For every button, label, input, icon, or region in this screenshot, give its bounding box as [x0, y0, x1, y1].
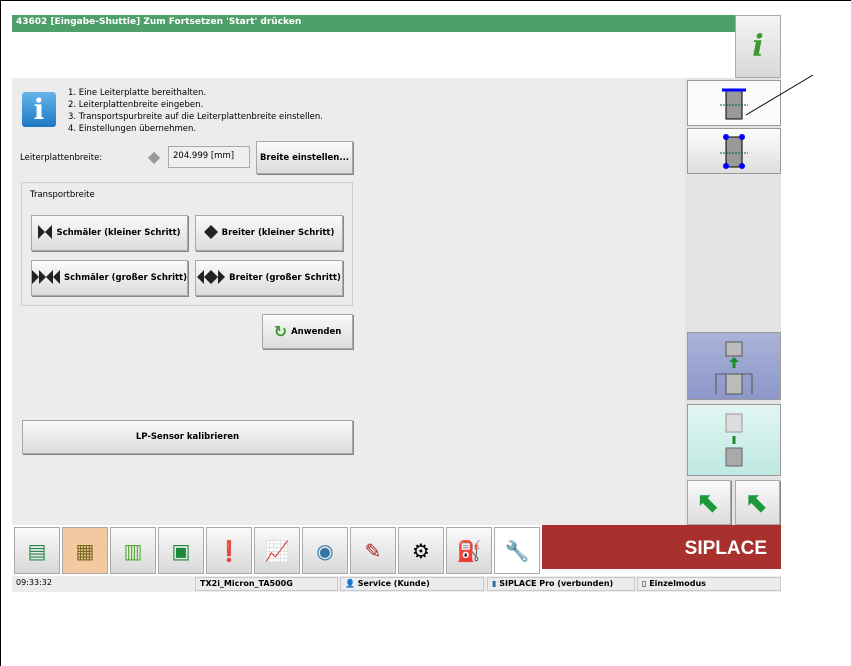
pcb-icon: ▣	[171, 538, 191, 563]
info-icon: i	[22, 92, 56, 127]
taskbar-service-button[interactable]: 🔧	[494, 527, 540, 574]
boards-stack-icon: ▤	[27, 538, 47, 563]
instruction-step: 2. Leiterplattenbreite eingeben.	[68, 100, 204, 110]
narrow-icon	[38, 224, 53, 242]
narrow-fast-icon	[32, 269, 60, 287]
taskbar-feeder-button[interactable]: ▦	[62, 527, 108, 574]
connection-icon: ▮	[492, 579, 497, 588]
frame-border	[0, 0, 851, 1]
taskbar-maintenance-button[interactable]: ⛽	[446, 527, 492, 574]
conveyor-out-button[interactable]	[687, 404, 781, 476]
mode-icon: ▯	[642, 579, 647, 588]
taskbar-messages-button[interactable]: ❗	[206, 527, 252, 574]
right-sidebar: ⬉ ⬉	[685, 78, 781, 525]
status-mode: ▯ Einzelmodus	[637, 577, 781, 591]
feeder-grid-icon: ▦	[75, 538, 95, 563]
info-button[interactable]: i	[735, 15, 781, 78]
callout-line	[745, 74, 814, 116]
width-input[interactable]: 204.999 [mm]	[168, 146, 250, 168]
brand-logo: SIPLACE	[542, 525, 781, 569]
taskbar-nozzle-button[interactable]: ✎	[350, 527, 396, 574]
apply-button[interactable]: ↻ Anwenden	[262, 314, 353, 349]
taskbar-boards-button[interactable]: ▤	[14, 527, 60, 574]
arrow-up-left-double-button[interactable]: ⬉	[735, 480, 780, 525]
narrow-small-button[interactable]: Schmäler (kleiner Schritt)	[31, 215, 188, 251]
hand-gear-icon: ⚙	[412, 538, 430, 563]
taskbar-manual-button[interactable]: ⚙	[398, 527, 444, 574]
board-length-icon	[720, 134, 748, 169]
user-icon: 👤	[345, 579, 355, 588]
widen-icon	[203, 224, 218, 242]
camera-lens-icon: ◉	[316, 538, 334, 563]
taskbar-statistics-button[interactable]: ▥	[110, 527, 156, 574]
status-connection: ▮ SIPLACE Pro (verbunden)	[487, 577, 635, 591]
info-icon: i	[752, 29, 764, 64]
width-stepper-icon: ◆	[147, 147, 161, 166]
screwdriver-icon: ✎	[364, 538, 382, 563]
length-adjust-mode-button[interactable]	[687, 128, 781, 174]
oil-can-icon: ⛽	[456, 538, 482, 563]
arrow-up-left-double-icon: ⬉	[745, 486, 770, 519]
instruction-step: 3. Transportspurbreite auf die Leiterpla…	[68, 112, 323, 122]
taskbar-graph-button[interactable]: 📈	[254, 527, 300, 574]
apply-arrow-icon: ↻	[273, 322, 288, 341]
narrow-large-button[interactable]: Schmäler (großer Schritt)	[31, 260, 188, 296]
conveyor-icon	[725, 413, 743, 467]
wide-small-button[interactable]: Breiter (kleiner Schritt)	[195, 215, 343, 251]
wide-large-button[interactable]: Breiter (großer Schritt)	[195, 260, 343, 296]
status-bar: 09:33:32 TX2i_Micron_TA500G 👤 Service (K…	[12, 576, 781, 592]
main-panel: i 1. Eine Leiterplatte bereithalten. 2. …	[12, 78, 685, 525]
conveyor-icon	[715, 341, 753, 395]
taskbar: ▤ ▦ ▥ ▣ ❗ 📈 ◉ ✎ ⚙ ⛽ 🔧 SIPLACE	[12, 525, 781, 576]
taskbar-vision-button[interactable]: ◉	[302, 527, 348, 574]
instruction-step: 4. Einstellungen übernehmen.	[68, 124, 197, 134]
width-label: Leiterplattenbreite:	[20, 153, 103, 163]
status-machine: TX2i_Micron_TA500G	[195, 577, 338, 591]
taskbar-pcb-button[interactable]: ▣	[158, 527, 204, 574]
bar-chart-icon: ▥	[123, 538, 143, 563]
set-width-button[interactable]: Breite einstellen...	[256, 141, 353, 174]
status-time: 09:33:32	[16, 578, 52, 587]
arrow-up-left-icon: ⬉	[697, 486, 721, 519]
line-graph-icon: 📈	[264, 538, 290, 563]
calibrate-sensor-button[interactable]: LP-Sensor kalibrieren	[22, 420, 353, 454]
arrow-up-left-button[interactable]: ⬉	[687, 480, 731, 525]
frame-border	[0, 0, 1, 666]
instruction-step: 1. Eine Leiterplatte bereithalten.	[68, 88, 207, 98]
widen-fast-icon	[197, 269, 226, 287]
conveyor-in-button[interactable]	[687, 332, 781, 400]
warning-cards-icon: ❗	[216, 538, 242, 563]
status-user: 👤 Service (Kunde)	[340, 577, 484, 591]
group-title: Transportbreite	[30, 190, 95, 200]
wrench-icon: 🔧	[504, 538, 530, 563]
instructions: 1. Eine Leiterplatte bereithalten. 2. Le…	[68, 87, 323, 135]
transport-width-group: Transportbreite Schmäler (kleiner Schrit…	[21, 182, 353, 306]
message-bar: 43602 [Eingabe-Shuttle] Zum Fortsetzen '…	[12, 15, 735, 32]
